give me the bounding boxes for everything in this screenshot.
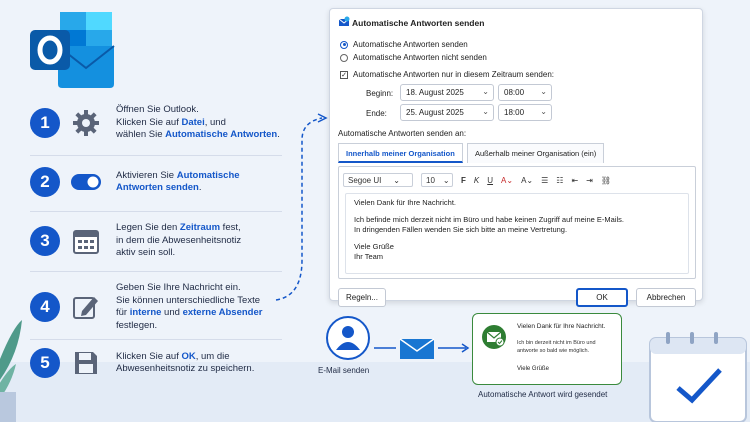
step-2: 2 Aktivieren Sie Automatische Antworten … — [30, 166, 280, 198]
message-body[interactable]: Vielen Dank für Ihre Nachricht. Ich befi… — [345, 193, 689, 274]
link-icon[interactable]: ⛓ — [601, 176, 611, 185]
end-date-field[interactable]: 25. August 2025 ⌄ — [400, 104, 494, 121]
chevron-down-icon: ⌄ — [540, 87, 547, 96]
start-time-field[interactable]: 08:00 ⌄ — [498, 84, 552, 101]
font-select[interactable]: Segoe UI ⌄ — [343, 173, 413, 187]
divider — [30, 339, 282, 340]
chevron-down-icon: ⌄ — [540, 107, 547, 116]
divider — [30, 271, 282, 272]
send-to-label: Automatische Antworten senden an: — [338, 129, 467, 138]
numbered-list-icon[interactable]: ☷ — [556, 176, 563, 185]
start-date-field[interactable]: 18. August 2025 ⌄ — [400, 84, 494, 101]
radio-send[interactable]: Automatische Antworten senden — [340, 40, 468, 49]
gear-icon — [70, 107, 102, 139]
checkbox-period[interactable]: ✓ Automatische Antworten nur in diesem Ze… — [340, 70, 554, 79]
user-icon — [326, 316, 370, 360]
toggle-icon — [70, 166, 102, 198]
flow-arrows — [374, 338, 470, 359]
check-envelope-icon — [482, 325, 506, 349]
radio-empty-icon[interactable] — [340, 53, 348, 62]
auto-reply-preview: Vielen Dank für Ihre Nachricht. Ich bin … — [472, 313, 622, 385]
font-color-icon[interactable]: A⌄ — [501, 176, 513, 185]
reply-body: Ich bin derzeit nicht im Büro und antwor… — [517, 340, 596, 354]
dialog-title: Automatische Antworten senden — [352, 18, 485, 28]
step-5: 5 Klicken Sie auf OK, um die Abwesenheit… — [30, 347, 280, 379]
edit-icon — [70, 291, 102, 323]
step-1: 1 Öffnen Sie Outlook. Klicken Sie auf Da… — [30, 104, 280, 142]
font-size-icon[interactable]: A⌄ — [521, 176, 533, 185]
step-4: 4 Geben Sie Ihre Nachricht ein. Sie könn… — [30, 282, 280, 332]
message-editor: Segoe UI ⌄ 10 ⌄ F K U A⌄ A⌄ ☰ ☷ ⇤ ⇥ ⛓ Viel… — [338, 166, 696, 279]
chevron-down-icon: ⌄ — [393, 175, 400, 185]
outlook-logo — [30, 12, 115, 88]
radio-selected-icon[interactable] — [340, 40, 348, 49]
italic-button[interactable]: K — [474, 176, 479, 185]
cancel-button[interactable]: Abbrechen — [636, 288, 696, 307]
bullet-list-icon[interactable]: ☰ — [541, 176, 548, 185]
step-text: Aktivieren Sie Automatische Antworten se… — [116, 169, 240, 194]
connector-arrow — [275, 113, 328, 301]
chevron-down-icon: ⌄ — [442, 175, 450, 185]
underline-button[interactable]: U — [487, 176, 493, 185]
bold-button[interactable]: F — [461, 176, 466, 185]
calendar-icon — [70, 225, 102, 257]
auto-reply-dialog: Automatische Antworten senden Automatisc… — [329, 8, 703, 307]
checkmark-icon[interactable]: ✓ — [340, 70, 348, 79]
tab-internal[interactable]: Innerhalb meiner Organisation — [338, 143, 463, 163]
step-number: 4 — [30, 292, 60, 322]
step-number: 5 — [30, 348, 60, 378]
reply-title: Vielen Dank für Ihre Nachricht. — [517, 323, 606, 330]
step-number: 1 — [30, 107, 60, 138]
chevron-down-icon: ⌄ — [482, 107, 489, 116]
format-toolbar: Segoe UI ⌄ 10 ⌄ F K U A⌄ A⌄ ☰ ☷ ⇤ ⇥ ⛓ — [343, 172, 691, 188]
save-icon — [70, 347, 102, 379]
step-text: Geben Sie Ihre Nachricht ein. Sie können… — [116, 282, 263, 331]
chevron-down-icon: ⌄ — [482, 87, 489, 96]
indent-icon[interactable]: ⇥ — [586, 176, 593, 185]
step-3: 3 Legen Sie den Zeitraum fest, in dem di… — [30, 222, 280, 260]
tab-external[interactable]: Außerhalb meiner Organisation (ein) — [467, 143, 605, 163]
auto-reply-caption: Automatische Antwort wird gesendet — [478, 390, 608, 399]
dialog-icon — [338, 16, 350, 26]
start-label: Beginn: — [366, 89, 394, 98]
divider — [30, 211, 282, 212]
rules-button[interactable]: Regeln... — [338, 288, 386, 307]
end-time-field[interactable]: 18:00 ⌄ — [498, 104, 552, 121]
end-label: Ende: — [366, 109, 387, 118]
reply-sign: Viele Grüße — [517, 366, 549, 372]
step-number: 3 — [30, 225, 60, 256]
ok-button[interactable]: OK — [576, 288, 628, 307]
divider — [30, 155, 282, 156]
plant-icon — [0, 320, 22, 422]
step-text: Klicken Sie auf OK, um die Abwesenheitsn… — [116, 350, 255, 375]
step-number: 2 — [30, 167, 60, 197]
outdent-icon[interactable]: ⇤ — [571, 176, 578, 185]
step-text: Öffnen Sie Outlook. Klicken Sie auf Date… — [116, 104, 280, 140]
radio-nosend[interactable]: Automatische Antworten nicht senden — [340, 53, 487, 62]
email-sent-caption: E-Mail senden — [318, 366, 370, 375]
font-size-select[interactable]: 10 ⌄ — [421, 173, 453, 187]
calendar-check-icon — [649, 332, 747, 422]
step-text: Legen Sie den Zeitraum fest, in dem die … — [116, 222, 242, 258]
